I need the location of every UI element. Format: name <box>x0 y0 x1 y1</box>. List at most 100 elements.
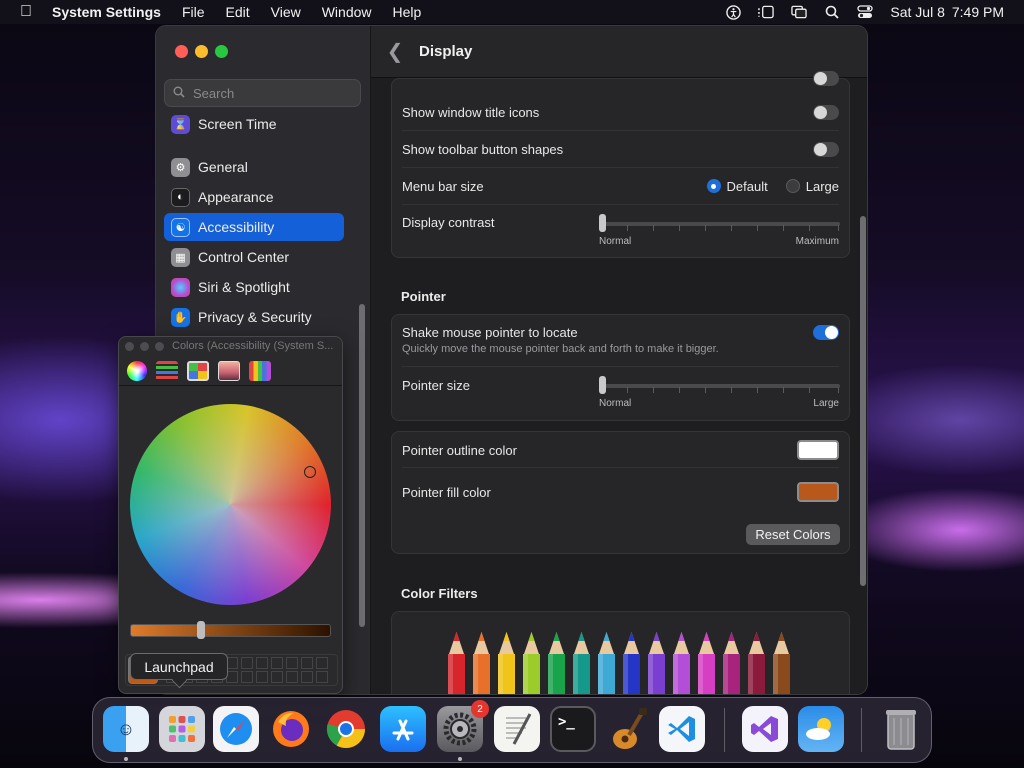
dock-separator <box>724 708 725 752</box>
row-label: Pointer fill color <box>402 484 491 500</box>
swatch-cell[interactable] <box>241 657 253 669</box>
row-show-toolbar-button-shapes: Show toolbar button shapes <box>392 130 849 168</box>
apple-menu-icon[interactable]:  <box>0 3 52 21</box>
back-chevron-icon[interactable]: ❮ <box>371 39 419 64</box>
shake-to-locate-description: Quickly move the mouse pointer back and … <box>402 343 719 355</box>
garageband-icon[interactable] <box>606 706 652 752</box>
colors-panel-tabs <box>119 356 342 386</box>
colors-panel-title: Colors (Accessibility (System S... <box>172 340 334 352</box>
color-pencil <box>446 632 467 694</box>
menu-edit[interactable]: Edit <box>226 4 250 20</box>
menu-help[interactable]: Help <box>393 4 422 20</box>
color-wheel-crosshair-icon[interactable] <box>304 466 316 478</box>
sidebar-item-siri-spotlight[interactable]: Siri & Spotlight <box>164 273 344 301</box>
menu-window[interactable]: Window <box>322 4 372 20</box>
swatch-cell[interactable] <box>256 657 268 669</box>
screen-mirroring-icon[interactable] <box>791 5 808 19</box>
swatch-cell[interactable] <box>316 657 328 669</box>
swatch-cell[interactable] <box>241 671 253 683</box>
textedit-icon[interactable] <box>494 706 540 752</box>
swatch-cell[interactable] <box>286 671 298 683</box>
spotlight-search-icon[interactable] <box>824 5 840 19</box>
trash-icon[interactable] <box>878 706 924 752</box>
chrome-icon[interactable] <box>323 706 369 752</box>
swatch-cell[interactable] <box>301 657 313 669</box>
system-settings-icon[interactable]: 2 <box>437 700 489 752</box>
siri-icon <box>171 277 190 297</box>
brightness-slider-thumb[interactable] <box>197 621 205 639</box>
zoom-window-button[interactable] <box>215 45 228 58</box>
vscode-icon[interactable] <box>659 706 705 752</box>
accessibility-status-icon[interactable] <box>725 4 741 20</box>
sidebar-item-screen-time[interactable]: ⌛ Screen Time <box>164 110 344 138</box>
pointer-size-max-label: Large <box>813 398 839 409</box>
search-placeholder: Search <box>193 85 235 101</box>
color-wheel[interactable] <box>130 404 331 605</box>
swatch-cell[interactable] <box>256 671 268 683</box>
pointer-color-group: Pointer outline color Pointer fill color… <box>391 431 850 554</box>
brightness-slider[interactable] <box>130 624 331 637</box>
search-field[interactable]: Search <box>164 79 361 107</box>
show-window-title-icons-toggle[interactable] <box>813 104 839 120</box>
swatch-cell[interactable] <box>271 657 283 669</box>
minimize-window-button[interactable] <box>195 45 208 58</box>
stage-manager-icon[interactable] <box>758 5 775 19</box>
menu-view[interactable]: View <box>271 4 301 20</box>
sliders-icon[interactable] <box>156 360 178 381</box>
sidebar-item-accessibility[interactable]: ☯ Accessibility <box>164 213 344 241</box>
sidebar-item-control-center[interactable]: ▦ Control Center <box>164 243 344 271</box>
swatch-cell[interactable] <box>271 671 283 683</box>
swatch-cell[interactable] <box>316 671 328 683</box>
sidebar-item-label: General <box>198 159 248 175</box>
sidebar-item-general[interactable]: ⚙ General <box>164 153 344 181</box>
hidden-toggle[interactable] <box>813 71 839 86</box>
finder-icon[interactable]: ☺ <box>103 706 149 752</box>
terminal-icon[interactable]: >_ <box>550 706 596 752</box>
visual-studio-icon[interactable] <box>742 706 788 752</box>
row-label: Show window title icons <box>402 104 540 120</box>
zoom-panel-button[interactable] <box>155 341 164 351</box>
show-toolbar-button-shapes-toggle[interactable] <box>813 141 839 157</box>
row-show-window-title-icons: Show window title icons <box>392 93 849 131</box>
swatch-cell[interactable] <box>286 657 298 669</box>
swatch-cell[interactable] <box>301 671 313 683</box>
menu-app-name[interactable]: System Settings <box>52 4 161 20</box>
pointer-fill-color-well[interactable] <box>797 482 839 502</box>
safari-icon[interactable] <box>213 706 259 752</box>
sidebar-item-label: Siri & Spotlight <box>198 279 290 295</box>
menu-date[interactable]: Sat Jul 8 <box>890 4 944 20</box>
launchpad-icon[interactable] <box>159 706 205 752</box>
colors-panel-titlebar: Colors (Accessibility (System S... <box>119 337 342 355</box>
pointer-group: Shake mouse pointer to locate Quickly mo… <box>391 314 850 421</box>
radio-large[interactable] <box>785 179 800 193</box>
radio-default[interactable] <box>706 179 721 193</box>
gear-icon: ⚙ <box>171 157 190 177</box>
pencils-icon[interactable] <box>249 360 271 381</box>
color-pencil <box>721 632 742 694</box>
color-pencil <box>746 632 767 694</box>
image-palette-icon[interactable] <box>218 360 240 381</box>
sidebar-item-privacy-security[interactable]: ✋ Privacy & Security <box>164 303 344 331</box>
sidebar-item-appearance[interactable]: ◐ Appearance <box>164 183 344 211</box>
sidebar-scrollbar[interactable] <box>359 304 365 627</box>
menu-file[interactable]: File <box>182 4 205 20</box>
color-pencil <box>571 632 592 694</box>
reset-colors-button[interactable]: Reset Colors <box>746 524 840 545</box>
weather-icon[interactable] <box>798 706 844 752</box>
control-center-menu-icon[interactable] <box>857 5 874 19</box>
color-wheel-icon[interactable] <box>127 360 147 381</box>
palettes-icon[interactable] <box>187 360 209 381</box>
color-pencil <box>596 632 617 694</box>
close-window-button[interactable] <box>175 45 188 58</box>
menu-time[interactable]: 7:49 PM <box>952 4 1004 20</box>
close-panel-button[interactable] <box>125 341 134 351</box>
finder-running-indicator <box>124 757 128 761</box>
minimize-panel-button[interactable] <box>140 341 149 351</box>
app-store-icon[interactable] <box>380 706 426 752</box>
pointer-outline-color-well[interactable] <box>797 440 839 460</box>
content-scrollbar[interactable] <box>860 216 866 586</box>
firefox-icon[interactable] <box>268 706 314 752</box>
shake-to-locate-toggle[interactable] <box>813 325 839 340</box>
menu-bar:  System Settings File Edit View Window … <box>0 0 1024 24</box>
color-pencil <box>471 632 492 694</box>
